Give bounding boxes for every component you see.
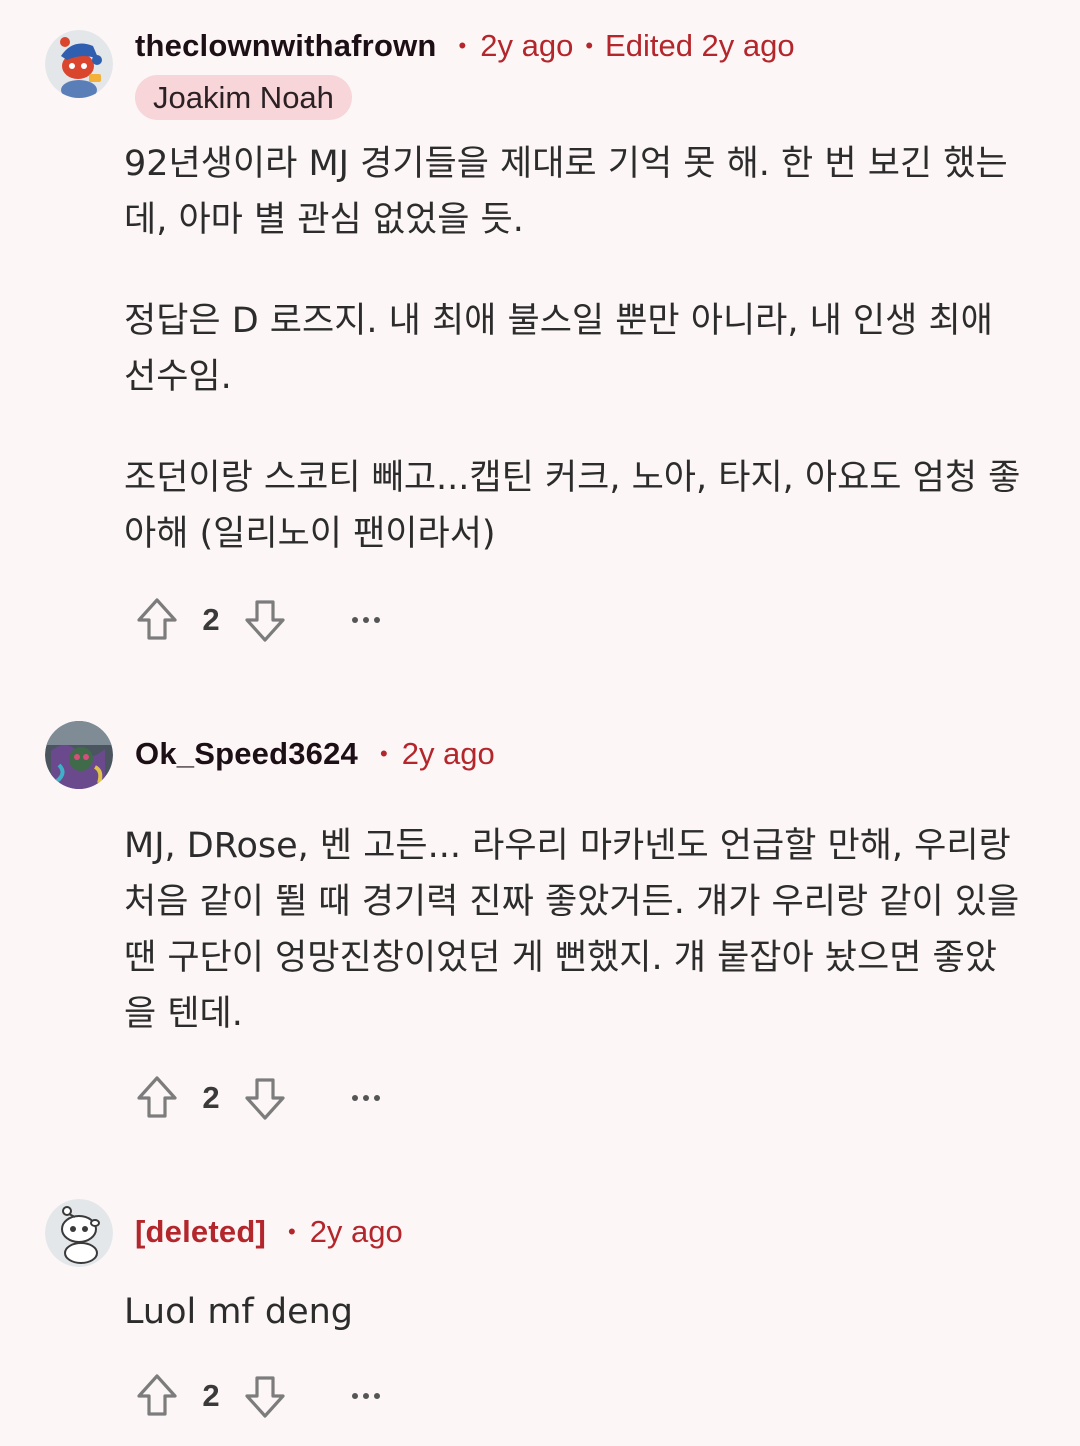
downvote-arrow-icon bbox=[245, 1376, 285, 1418]
comment-paragraph: 92년생이라 MJ 경기들을 제대로 기억 못 해. 한 번 보긴 했는데, 아… bbox=[124, 144, 1008, 240]
username[interactable]: theclownwithafrown bbox=[135, 28, 437, 64]
downvote-button[interactable] bbox=[244, 596, 286, 644]
upvote-arrow-icon bbox=[137, 1374, 177, 1416]
comment-paragraph: MJ, DRose, 벤 고든... 라우리 마카넨도 언급할 만해, 우리랑 … bbox=[124, 826, 1020, 1034]
comment-meta: • 2y ago bbox=[266, 1214, 403, 1250]
upvote-button[interactable] bbox=[136, 1074, 178, 1122]
edited-label: Edited 2y ago bbox=[605, 28, 795, 63]
upvote-arrow-icon bbox=[137, 598, 177, 640]
more-options-button[interactable] bbox=[346, 600, 386, 640]
user-avatar[interactable] bbox=[45, 1199, 113, 1267]
vote-score: 2 bbox=[202, 602, 220, 637]
comment-1: theclownwithafrown • 2y ago • Edited 2y … bbox=[0, 26, 1080, 646]
comment-meta: • 2y ago • Edited 2y ago bbox=[437, 28, 795, 64]
timestamp: 2y ago bbox=[480, 28, 574, 63]
comment-paragraph: 정답은 D 로즈지. 내 최애 불스일 뿐만 아니라, 내 인생 최애 선수임. bbox=[124, 301, 993, 397]
upvote-button[interactable] bbox=[136, 596, 178, 644]
more-options-icon bbox=[352, 617, 380, 623]
separator-dot: • bbox=[380, 741, 388, 766]
more-options-icon bbox=[352, 1393, 380, 1399]
downvote-arrow-icon bbox=[245, 600, 285, 642]
comment-body: 92년생이라 MJ 경기들을 제대로 기억 못 해. 한 번 보긴 했는데, 아… bbox=[124, 136, 1024, 562]
username[interactable]: Ok_Speed3624 bbox=[135, 736, 358, 772]
downvote-button[interactable] bbox=[244, 1372, 286, 1420]
comment-paragraph: Luol mf deng bbox=[124, 1292, 354, 1332]
comment-body: Luol mf deng bbox=[124, 1284, 1024, 1340]
more-options-button[interactable] bbox=[346, 1078, 386, 1118]
comment-thread: theclownwithafrown • 2y ago • Edited 2y … bbox=[0, 0, 1080, 1446]
vote-score: 2 bbox=[202, 1080, 220, 1115]
separator-dot: • bbox=[287, 1219, 296, 1244]
more-options-button[interactable] bbox=[346, 1376, 386, 1416]
comment-header: Ok_Speed3624 • 2y ago bbox=[135, 734, 495, 774]
downvote-button[interactable] bbox=[244, 1074, 286, 1122]
comment-actions: 2 bbox=[136, 1074, 386, 1122]
comment-meta: • 2y ago bbox=[358, 736, 495, 772]
separator-dot: • bbox=[458, 33, 467, 58]
username: [deleted] bbox=[135, 1214, 266, 1249]
separator-dot: • bbox=[585, 33, 594, 58]
user-avatar[interactable] bbox=[45, 30, 113, 98]
comment-body: MJ, DRose, 벤 고든... 라우리 마카넨도 언급할 만해, 우리랑 … bbox=[124, 818, 1024, 1042]
timestamp: 2y ago bbox=[401, 736, 495, 771]
comment-header: theclownwithafrown • 2y ago • Edited 2y … bbox=[135, 26, 795, 66]
comment-2: Ok_Speed3624 • 2y ago MJ, DRose, 벤 고든...… bbox=[0, 721, 1080, 1134]
user-flair: Joakim Noah bbox=[135, 75, 352, 120]
more-options-icon bbox=[352, 1095, 380, 1101]
downvote-arrow-icon bbox=[245, 1078, 285, 1120]
vote-score: 2 bbox=[202, 1378, 220, 1413]
upvote-arrow-icon bbox=[137, 1076, 177, 1118]
comment-paragraph: 조던이랑 스코티 빼고...캡틴 커크, 노아, 타지, 아요도 엄청 좋아해 … bbox=[124, 458, 1021, 554]
comment-header: [deleted] • 2y ago bbox=[135, 1212, 403, 1252]
comment-3: [deleted] • 2y ago Luol mf deng 2 bbox=[0, 1199, 1080, 1432]
user-avatar[interactable] bbox=[45, 721, 113, 789]
timestamp: 2y ago bbox=[309, 1214, 403, 1249]
upvote-button[interactable] bbox=[136, 1372, 178, 1420]
comment-actions: 2 bbox=[136, 1372, 386, 1420]
comment-actions: 2 bbox=[136, 596, 386, 644]
